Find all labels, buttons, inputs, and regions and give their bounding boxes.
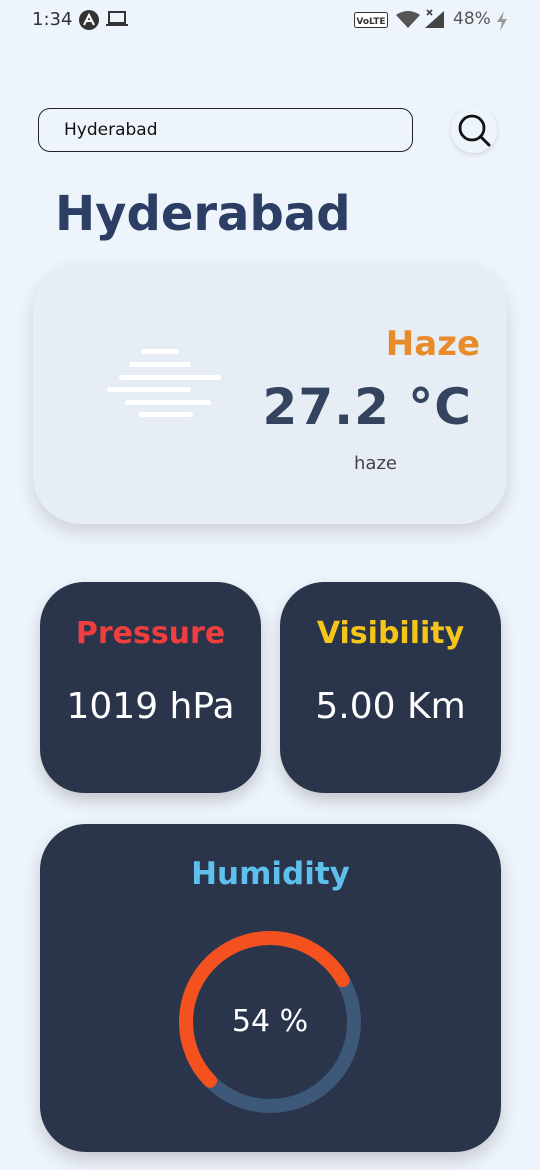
humidity-value: 54 % (231, 1004, 309, 1039)
pressure-value: 1019 hPa (66, 686, 235, 727)
volte-icon: VoLTE (354, 12, 388, 28)
search-icon (458, 114, 491, 147)
visibility-label: Visibility (316, 616, 465, 651)
cellular-signal-icon (425, 9, 444, 28)
city-title: Hyderabad (55, 186, 351, 242)
visibility-value: 5.00 Km (315, 686, 466, 727)
app-notification-icon (79, 10, 99, 30)
humidity-label: Humidity (191, 856, 350, 892)
status-bar: 1:34 VoLTE 48% (0, 0, 540, 40)
haze-icon (107, 349, 221, 417)
condition-title: Haze (385, 324, 480, 364)
temperature-value: 27.2 °C (262, 378, 472, 436)
volte-label: VoLTE (356, 17, 385, 27)
pressure-label: Pressure (75, 616, 226, 651)
wifi-icon (396, 11, 420, 28)
battery-percent: 48% (453, 9, 491, 29)
city-search-input[interactable] (38, 108, 413, 152)
status-time: 1:34 (32, 9, 73, 30)
condition-description: haze (354, 453, 397, 474)
laptop-icon (106, 11, 128, 26)
search-button[interactable] (451, 107, 497, 153)
charging-icon (497, 11, 507, 31)
